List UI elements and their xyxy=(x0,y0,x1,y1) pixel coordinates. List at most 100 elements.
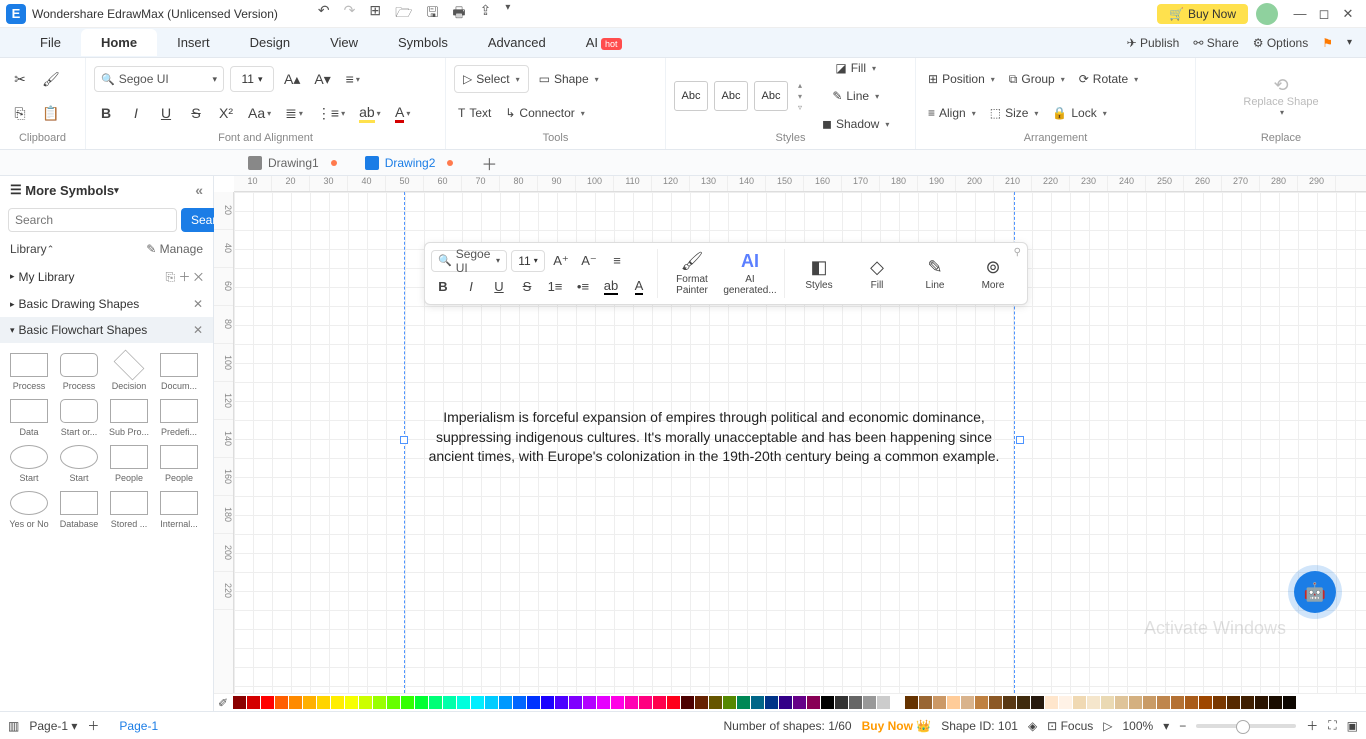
shape-item[interactable]: Start xyxy=(54,441,104,487)
style-preset-1[interactable]: Abc xyxy=(674,81,708,111)
shape-item[interactable]: People xyxy=(104,441,154,487)
line-spacing-icon[interactable]: ≣▾ xyxy=(281,100,307,126)
float-fill-button[interactable]: ◇Fill xyxy=(849,255,905,293)
color-swatch[interactable] xyxy=(331,696,344,709)
color-swatch[interactable] xyxy=(681,696,694,709)
color-swatch[interactable] xyxy=(1171,696,1184,709)
float-align-icon[interactable]: ≡ xyxy=(605,250,629,272)
print-icon[interactable]: 🖶 xyxy=(452,2,465,26)
float-line-button[interactable]: ✎Line xyxy=(907,255,963,293)
color-swatch[interactable] xyxy=(905,696,918,709)
close-icon[interactable]: ✕ xyxy=(193,297,203,311)
color-swatch[interactable] xyxy=(1227,696,1240,709)
symbol-search-input[interactable] xyxy=(8,208,177,232)
color-swatch[interactable] xyxy=(247,696,260,709)
publish-button[interactable]: ✈ Publish xyxy=(1127,36,1180,50)
float-fontcolor-icon[interactable]: A xyxy=(627,276,651,298)
align-menu-icon[interactable]: ≡▾ xyxy=(341,66,365,92)
menu-insert[interactable]: Insert xyxy=(157,29,230,56)
menu-view[interactable]: View xyxy=(310,29,378,56)
font-selector[interactable]: 🔍Segoe UI▾ xyxy=(94,66,224,92)
menu-symbols[interactable]: Symbols xyxy=(378,29,468,56)
float-numlist-icon[interactable]: 1≡ xyxy=(543,276,567,298)
shape-item[interactable]: Start or... xyxy=(54,395,104,441)
new-icon[interactable]: ⊞ xyxy=(369,2,381,26)
save-icon[interactable]: 🖫 xyxy=(426,2,438,26)
font-color-icon[interactable]: A▾ xyxy=(391,100,415,126)
collapse-panel-icon[interactable]: « xyxy=(195,182,203,198)
color-swatch[interactable] xyxy=(737,696,750,709)
paste-icon[interactable]: 📋 xyxy=(38,100,63,126)
cut-icon[interactable]: ✂ xyxy=(8,66,32,92)
color-swatch[interactable] xyxy=(1143,696,1156,709)
open-icon[interactable]: 🗁 xyxy=(395,2,412,26)
share-button[interactable]: ⚯ Share xyxy=(1193,36,1238,50)
color-swatch[interactable] xyxy=(471,696,484,709)
color-swatch[interactable] xyxy=(359,696,372,709)
basic-flowchart-section[interactable]: ▾Basic Flowchart Shapes✕ xyxy=(0,317,213,343)
color-swatch[interactable] xyxy=(779,696,792,709)
maximize-button[interactable]: ◻ xyxy=(1312,6,1336,22)
shape-item[interactable]: Predefi... xyxy=(154,395,204,441)
notification-icon[interactable]: ⚑ xyxy=(1322,36,1333,50)
replace-shape-button[interactable]: ⟲Replace Shape▾ xyxy=(1239,75,1322,117)
copy-icon[interactable]: ⎘ xyxy=(8,100,32,126)
color-swatch[interactable] xyxy=(583,696,596,709)
buy-now-button[interactable]: 🛒Buy Now xyxy=(1157,4,1248,24)
color-swatch[interactable] xyxy=(1045,696,1058,709)
hamburger-icon[interactable]: ☰ xyxy=(10,182,22,198)
superscript-icon[interactable]: X² xyxy=(214,100,238,126)
float-ai-button[interactable]: AIAI generated... xyxy=(722,249,778,298)
highlight-icon[interactable]: ab▾ xyxy=(355,100,385,126)
zoom-out-button[interactable]: − xyxy=(1179,719,1186,733)
color-swatch[interactable] xyxy=(569,696,582,709)
color-swatch[interactable] xyxy=(429,696,442,709)
page-tab[interactable]: Page-1 xyxy=(109,719,168,733)
color-swatch[interactable] xyxy=(1213,696,1226,709)
close-icon[interactable]: ✕ xyxy=(194,270,203,284)
color-swatch[interactable] xyxy=(499,696,512,709)
select-tool[interactable]: ▷ Select▾ xyxy=(454,65,529,93)
shape-item[interactable]: Process xyxy=(54,349,104,395)
add-page-button[interactable]: ＋ xyxy=(87,717,99,734)
align-button[interactable]: ≡ Align▾ xyxy=(924,100,980,126)
color-swatch[interactable] xyxy=(961,696,974,709)
color-swatch[interactable] xyxy=(415,696,428,709)
my-library-section[interactable]: ▸My Library⎘ ＋ ✕ xyxy=(0,262,213,291)
font-size-selector[interactable]: 11▾ xyxy=(230,66,274,92)
fit-page-icon[interactable]: ⛶ xyxy=(1328,718,1336,733)
menu-home[interactable]: Home xyxy=(81,29,157,56)
library-label[interactable]: Library xyxy=(10,242,47,256)
color-swatch[interactable] xyxy=(1101,696,1114,709)
style-preset-3[interactable]: Abc xyxy=(754,81,788,111)
shape-item[interactable]: Internal... xyxy=(154,487,204,533)
color-swatch[interactable] xyxy=(933,696,946,709)
color-swatch[interactable] xyxy=(919,696,932,709)
color-swatch[interactable] xyxy=(863,696,876,709)
color-swatch[interactable] xyxy=(1059,696,1072,709)
color-swatch[interactable] xyxy=(1129,696,1142,709)
shape-item[interactable]: Yes or No xyxy=(4,487,54,533)
color-swatch[interactable] xyxy=(723,696,736,709)
style-preset-2[interactable]: Abc xyxy=(714,81,748,111)
color-swatch[interactable] xyxy=(1115,696,1128,709)
connector-tool[interactable]: ↳ Connector▾ xyxy=(501,100,588,126)
position-button[interactable]: ⊞ Position▾ xyxy=(924,66,999,92)
color-swatch[interactable] xyxy=(527,696,540,709)
float-strike-icon[interactable]: S xyxy=(515,276,539,298)
color-swatch[interactable] xyxy=(1255,696,1268,709)
shape-item[interactable]: Stored ... xyxy=(104,487,154,533)
color-swatch[interactable] xyxy=(1073,696,1086,709)
lock-button[interactable]: 🔒 Lock▾ xyxy=(1048,100,1110,126)
color-swatch[interactable] xyxy=(695,696,708,709)
text-shape[interactable]: Imperialism is forceful expansion of emp… xyxy=(414,408,1014,467)
color-swatch[interactable] xyxy=(667,696,680,709)
page-selector[interactable]: Page-1 ▾ xyxy=(29,719,77,733)
color-swatch[interactable] xyxy=(849,696,862,709)
add-icon[interactable]: ＋ xyxy=(178,270,190,284)
shape-item[interactable]: Process xyxy=(4,349,54,395)
color-swatch[interactable] xyxy=(989,696,1002,709)
color-swatch[interactable] xyxy=(1283,696,1296,709)
options-button[interactable]: ⚙ Options xyxy=(1253,36,1308,50)
shape-item[interactable]: Database xyxy=(54,487,104,533)
